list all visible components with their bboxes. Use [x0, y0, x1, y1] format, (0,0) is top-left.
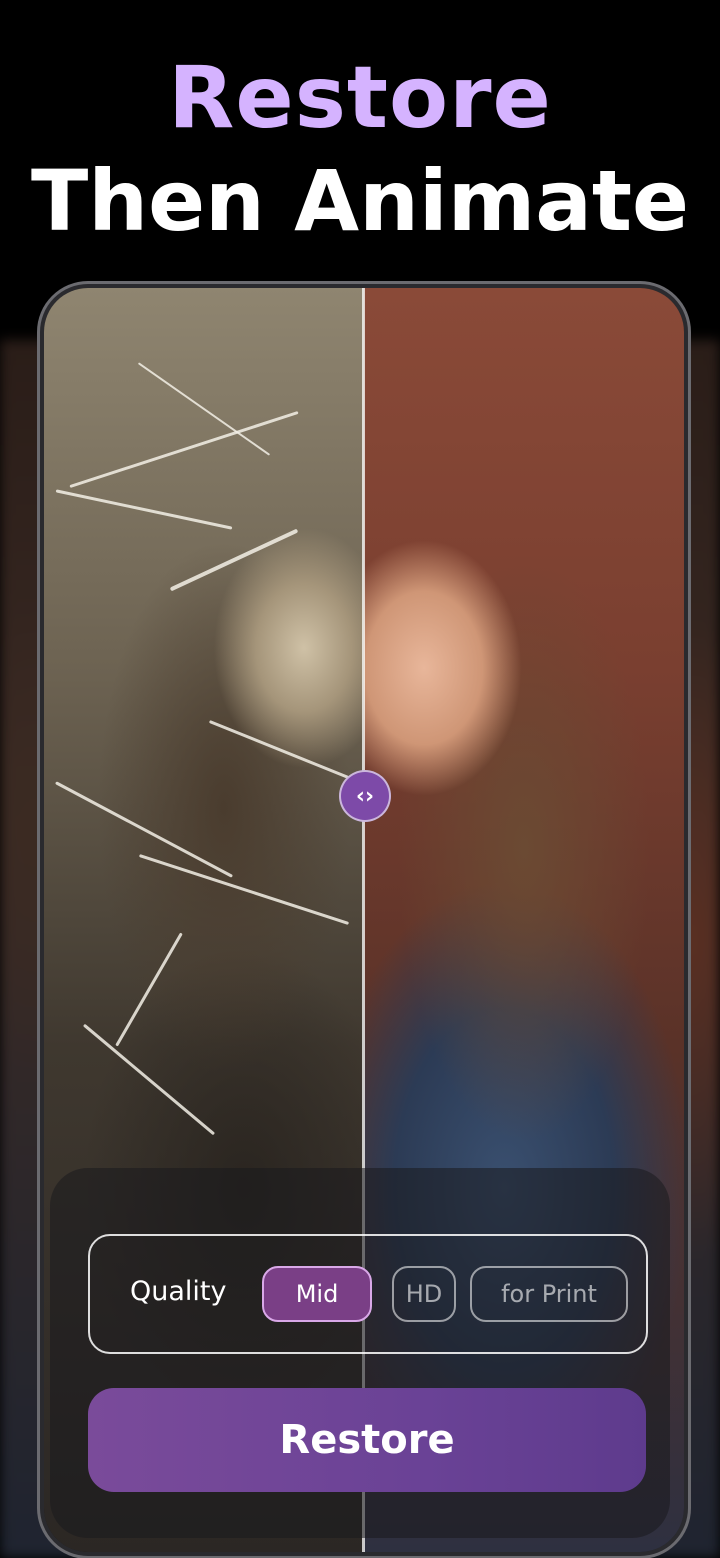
restore-panel: Quality Mid HD for Print Restore	[50, 1168, 670, 1538]
quality-selector: Quality Mid HD for Print	[88, 1234, 648, 1354]
crack-mark	[138, 854, 350, 925]
crack-mark	[55, 489, 233, 530]
crack-mark	[169, 528, 299, 592]
quality-option-mid[interactable]: Mid	[262, 1266, 372, 1322]
phone-frame: ‹› Quality Mid HD for Print Restore	[40, 284, 688, 1556]
crack-mark	[115, 932, 183, 1047]
quality-option-hd[interactable]: HD	[392, 1266, 456, 1322]
quality-label: Quality	[130, 1276, 227, 1307]
hero-title-restore: Restore	[168, 48, 552, 148]
crack-mark	[55, 781, 233, 878]
hero-header: Restore Then Animate	[0, 0, 720, 300]
hero-title-animate: Then Animate	[30, 152, 690, 250]
quality-option-print[interactable]: for Print	[470, 1266, 628, 1322]
promo-screen: Restore Then Animate ‹› Quality Mid HD f…	[0, 0, 720, 1558]
crack-mark	[208, 720, 350, 779]
restore-button[interactable]: Restore	[88, 1388, 646, 1492]
crack-mark	[82, 1023, 216, 1136]
chevrons-left-right-icon[interactable]: ‹›	[339, 770, 391, 822]
